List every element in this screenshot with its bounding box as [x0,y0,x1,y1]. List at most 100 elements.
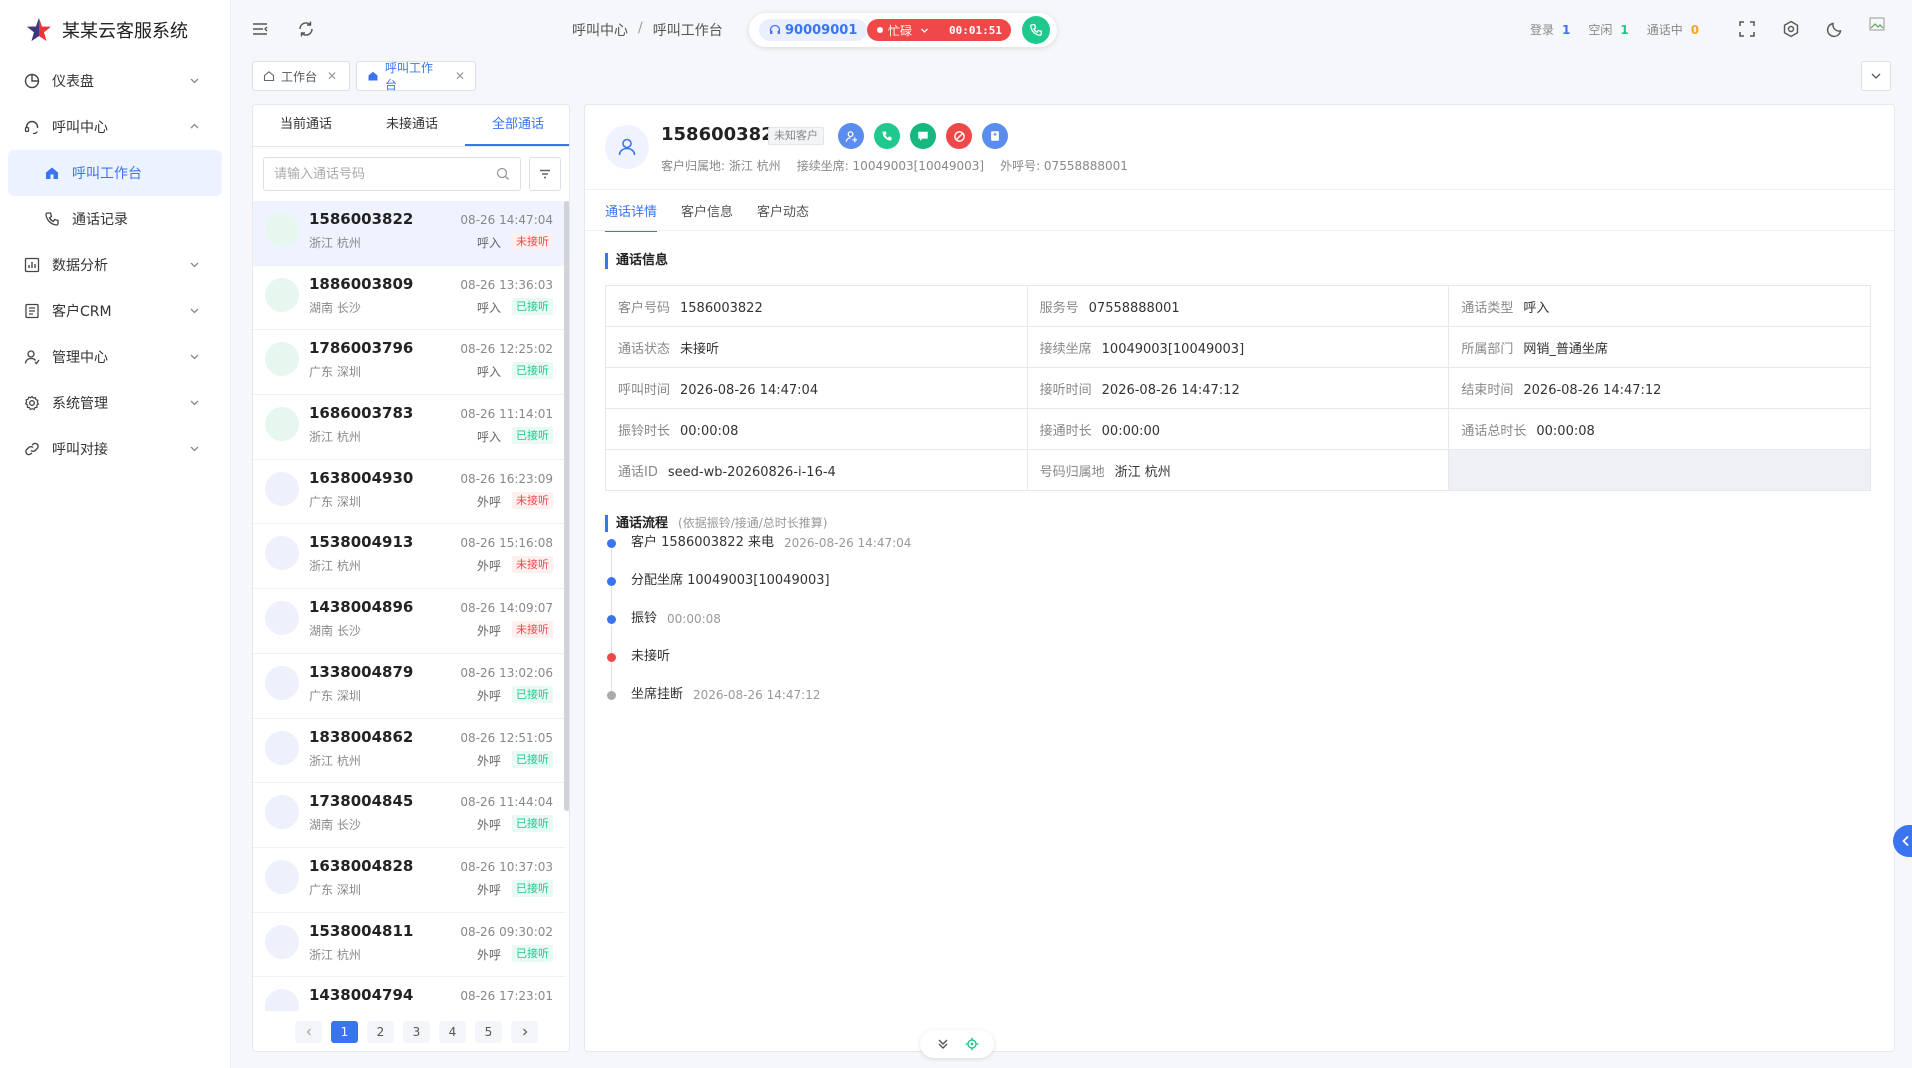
caller-number: 1586003822 [309,210,414,228]
call-flow-timeline: 客户 1586003822 来电 2026-08-26 14:47:04 分配坐席 … [607,535,911,725]
flow-step: 未接听 [607,649,911,691]
call-list-item[interactable]: 1338004879 08-26 13:02:06 广东 深圳 外呼 已接听 [253,654,565,719]
call-list-item[interactable]: 1686003783 08-26 11:14:01 浙江 杭州 呼入 已接听 [253,395,565,460]
tab-customer-info[interactable]: 客户信息 [681,201,733,232]
info-key: 服务号 [1039,300,1079,316]
call-list-item[interactable]: 1438004794 08-26 17:23:01 [253,977,565,1011]
send-message-button[interactable] [910,123,936,149]
call-list-item[interactable]: 1638004828 08-26 10:37:03 广东 深圳 外呼 已接听 [253,848,565,913]
call-back-button[interactable] [874,123,900,149]
page-5[interactable]: 5 [475,1021,502,1043]
flow-dot [607,615,616,624]
tab-call-detail[interactable]: 通话详情 [605,201,658,232]
flow-step: 振铃 00:00:08 [607,611,911,653]
caller-number: 1838004862 [309,727,414,746]
menu-toggle-icon[interactable] [248,17,272,41]
create-ticket-button[interactable] [982,123,1008,149]
phone-icon [881,130,893,142]
agent-stats: 登录 1 空闲 1 通话中 0 [1530,21,1699,38]
caller-number: 1538004811 [309,921,414,940]
locate-icon[interactable] [965,1037,979,1051]
info-cell: 通话状态 未接听 [605,326,1028,368]
close-icon[interactable]: ✕ [327,69,337,83]
ban-icon [953,130,966,143]
section-title-call-flow: 通话流程 (依据振铃/接通/总时长推算) [605,515,827,532]
info-cell: 号码归属地 浙江 杭州 [1026,449,1450,491]
menu-item-crm[interactable]: 客户CRM [0,288,230,334]
call-list-item[interactable]: 1786003796 08-26 12:25:02 广东 深圳 呼入 已接听 [253,330,565,396]
call-list-item[interactable]: 1438004896 08-26 14:09:07 湖南 长沙 外呼 未接听 [253,589,565,654]
page-4[interactable]: 4 [439,1021,466,1043]
refresh-icon[interactable] [294,17,318,41]
call-list-item[interactable]: 1838004862 08-26 12:51:05 浙江 杭州 外呼 已接听 [253,719,565,784]
star-logo-icon [26,17,52,43]
menu-label: 客户CRM [52,304,112,320]
menu-item-call-center[interactable]: 呼叫中心 [0,104,230,150]
tab-workspace[interactable]: 工作台 ✕ [252,61,350,91]
menu-item-management[interactable]: 管理中心 [0,334,230,380]
close-icon[interactable]: ✕ [455,69,465,83]
tab-all-calls[interactable]: 全部通话 [465,105,569,146]
call-status-badge: 已接听 [512,815,553,833]
page-2[interactable]: 2 [367,1021,394,1043]
filter-button[interactable] [529,157,561,191]
tabs-dropdown-button[interactable] [1861,61,1891,91]
call-list-item[interactable]: 1638004930 08-26 16:23:09 广东 深圳 外呼 未接听 [253,460,565,525]
next-page-button[interactable] [511,1021,538,1043]
tab-current-calls[interactable]: 当前通话 [253,105,359,146]
prev-page-button[interactable] [295,1021,322,1043]
chevron-down-icon [189,305,200,316]
flow-dot [607,691,616,700]
call-status-badge: 已接听 [512,297,553,315]
menu-item-call-integration[interactable]: 呼叫对接 [0,426,230,472]
customer-sub-info: 客户归属地: 浙江 杭州 接续坐席: 10049003[10049003] 外呼… [661,157,1128,174]
extension-badge[interactable]: 90009001 [759,19,868,41]
call-list-item[interactable]: 1586003822 08-26 14:47:04 浙江 杭州 呼入 未接听 [253,201,565,266]
menu-item-data-analysis[interactable]: 数据分析 [0,242,230,288]
call-direction: 外呼 [476,688,501,703]
settings-icon[interactable] [1779,17,1803,41]
caller-number: 1538004913 [309,533,414,552]
menu-item-call-records[interactable]: 通话记录 [0,196,230,242]
call-list-item[interactable]: 1886003809 08-26 13:36:03 湖南 长沙 呼入 已接听 [253,266,565,331]
side-drawer-handle[interactable] [1893,825,1912,857]
blacklist-button[interactable] [946,123,972,149]
info-value: 00:00:00 [1101,423,1161,439]
home-icon [42,163,62,183]
dark-mode-icon[interactable] [1823,17,1847,41]
menu-item-system[interactable]: 系统管理 [0,380,230,426]
agent-status-select[interactable]: 忙碌 00:01:51 [867,19,1011,41]
page-3[interactable]: 3 [403,1021,430,1043]
call-direction: 呼入 [476,300,501,315]
page-1[interactable]: 1 [331,1021,358,1043]
add-contact-button[interactable] [838,123,864,149]
menu-item-dashboard[interactable]: 仪表盘 [0,58,230,104]
call-list-item[interactable]: 1538004913 08-26 15:16:08 浙江 杭州 外呼 未接听 [253,524,565,590]
detail-tabs: 通话详情 客户信息 客户动态 [605,201,809,232]
menu-item-call-workbench[interactable]: 呼叫工作台 [8,150,222,196]
fullscreen-icon[interactable] [1735,17,1759,41]
tab-missed-calls[interactable]: 未接通话 [359,105,465,146]
dial-button[interactable] [1022,16,1050,44]
call-direction: 呼入 [476,365,501,380]
breadcrumb-item[interactable]: 呼叫中心 [572,20,628,40]
avatar[interactable] [1866,13,1890,37]
info-value: 呼入 [1523,300,1550,316]
call-list-item[interactable]: 1538004811 08-26 09:30:02 浙江 杭州 外呼 已接听 [253,913,565,978]
search-input[interactable] [264,158,484,190]
tab-customer-activity[interactable]: 客户动态 [757,201,809,232]
tab-call-workbench[interactable]: 呼叫工作台 ✕ [356,61,476,92]
info-cell: 客户号码 1586003822 [605,285,1028,327]
gear-icon [22,393,42,413]
caller-location: 浙江 杭州 [309,947,361,962]
list-scrollbar[interactable] [564,201,569,811]
call-list-panel: 当前通话 未接通话 全部通话 1586003822 08-26 14:47:04 浙… [252,104,570,1052]
caller-number: 1338004879 [309,662,414,681]
search-icon[interactable] [496,167,510,181]
caller-location: 浙江 杭州 [309,559,361,574]
flow-text: 客户 1586003822 来电 [631,535,774,550]
sidebar: 某某云客服系统 仪表盘 呼叫中心 呼叫工作台 通话记录 数据分析 客户CRM 管… [0,0,231,1068]
caller-number: 1686003783 [309,404,414,423]
call-list-item[interactable]: 1738004845 08-26 11:44:04 湖南 长沙 外呼 已接听 [253,783,565,848]
collapse-down-icon[interactable] [936,1037,950,1051]
